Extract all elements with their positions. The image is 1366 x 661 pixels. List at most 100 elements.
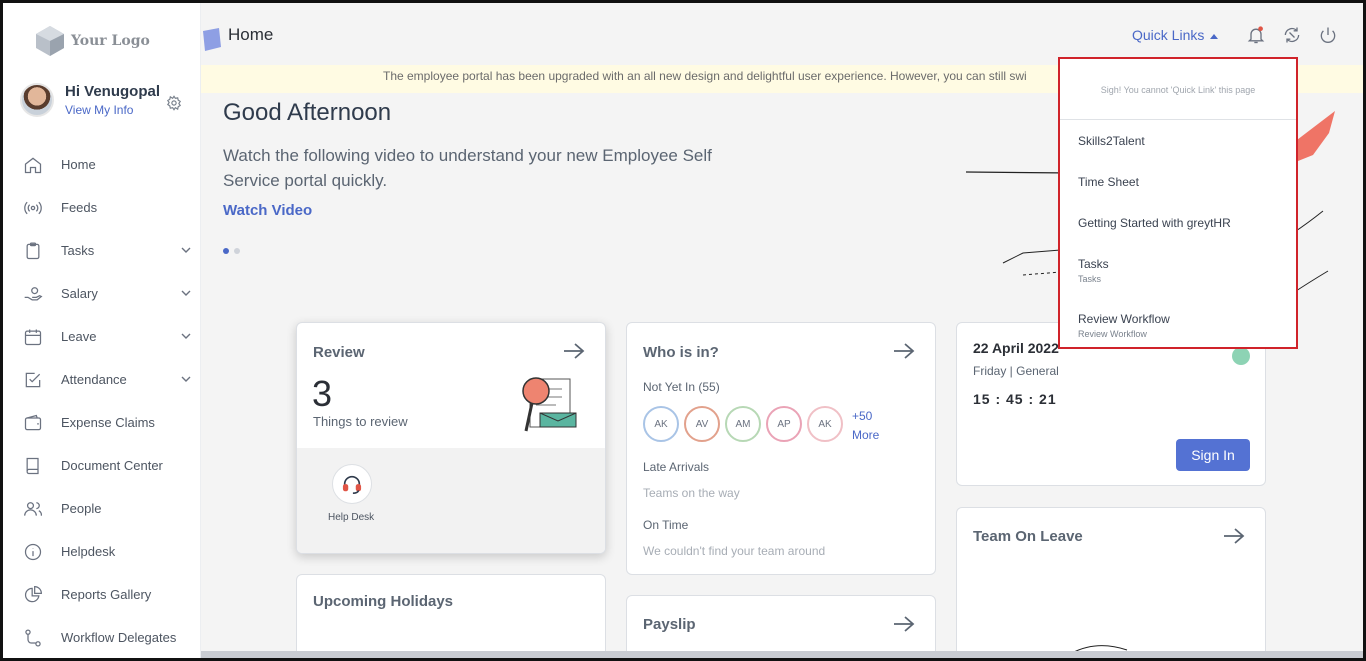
quick-links-label: Quick Links	[1132, 27, 1205, 43]
arrow-right-icon[interactable]	[563, 342, 585, 360]
carousel-dot[interactable]	[234, 248, 240, 254]
late-arrivals-label: Late Arrivals	[643, 460, 710, 474]
chevron-down-icon[interactable]	[181, 374, 191, 384]
headset-icon	[342, 475, 362, 494]
arrow-right-icon[interactable]	[893, 615, 915, 633]
more-count[interactable]: +50	[852, 409, 872, 423]
quick-link-tasks-sub: Tasks	[1078, 274, 1102, 284]
arrow-right-icon[interactable]	[893, 342, 915, 360]
switch-icon[interactable]	[1282, 25, 1302, 45]
more-link[interactable]: More	[852, 428, 879, 442]
help-desk-button[interactable]	[332, 464, 372, 504]
status-indicator	[1232, 347, 1250, 365]
attendance-check-icon	[25, 372, 41, 387]
salary-hand-icon	[24, 286, 43, 300]
info-icon	[24, 543, 42, 560]
user-greeting: Hi Venugopal	[65, 83, 161, 100]
horizontal-scrollbar[interactable]	[201, 651, 1363, 658]
breadcrumb: Home	[228, 25, 274, 44]
sidebar-item-home[interactable]: Home	[3, 143, 201, 186]
wallet-icon	[24, 414, 42, 430]
not-yet-in-label: Not Yet In (55)	[643, 380, 720, 394]
who-is-in-card: Who is in? Not Yet In (55) AK AV AM AP A…	[626, 322, 936, 575]
top-bar: Home Quick Links	[201, 3, 1363, 65]
payslip-title: Payslip	[643, 616, 696, 633]
sidebar-item-tasks[interactable]: Tasks	[3, 229, 201, 272]
quick-link-review-workflow[interactable]: Review Workflow	[1078, 312, 1170, 326]
sidebar-item-salary[interactable]: Salary	[3, 272, 201, 315]
quick-link-skills2talent[interactable]: Skills2Talent	[1078, 134, 1145, 148]
view-my-info-link[interactable]: View My Info	[65, 103, 160, 117]
sidebar-item-people[interactable]: People	[3, 487, 201, 530]
sidebar-item-expense-claims[interactable]: Expense Claims	[3, 401, 201, 444]
book-icon	[26, 457, 39, 474]
quick-links-button[interactable]: Quick Links	[1132, 27, 1219, 43]
avatar-chip[interactable]: AM	[725, 406, 761, 442]
review-card: Review 3 Things to review Help Desk	[296, 322, 606, 554]
upcoming-holidays-title: Upcoming Holidays	[313, 593, 454, 610]
help-desk-label: Help Desk	[328, 512, 375, 523]
sidebar-item-label: People	[61, 501, 102, 516]
quick-link-tasks[interactable]: Tasks	[1078, 257, 1109, 271]
sidebar-item-attendance[interactable]: Attendance	[3, 358, 201, 401]
sidebar-item-label: Salary	[61, 286, 98, 301]
avatar-chip[interactable]: AK	[807, 406, 843, 442]
quick-link-time-sheet[interactable]: Time Sheet	[1078, 175, 1139, 189]
logo[interactable]: Your Logo	[35, 25, 150, 57]
avatar[interactable]	[20, 83, 54, 117]
sidebar-item-label: Home	[61, 157, 96, 172]
sidebar-item-helpdesk[interactable]: Helpdesk	[3, 530, 201, 573]
quick-link-getting-started[interactable]: Getting Started with greytHR	[1078, 216, 1231, 230]
app-frame: Your Logo Hi Venugopal View My Info Home…	[0, 0, 1366, 661]
carousel-dot-active[interactable]	[223, 248, 229, 254]
avatar-chip[interactable]: AV	[684, 406, 720, 442]
sidebar-item-leave[interactable]: Leave	[3, 315, 201, 358]
gear-icon[interactable]	[166, 95, 182, 111]
not-yet-in-count: (55)	[698, 380, 720, 394]
chevron-down-icon[interactable]	[181, 245, 191, 255]
avatar-chip[interactable]: AP	[766, 406, 802, 442]
who-is-in-title: Who is in?	[643, 344, 719, 361]
profile: Hi Venugopal View My Info	[20, 83, 160, 117]
review-count: 3	[312, 373, 333, 414]
quick-link-note: Sigh! You cannot 'Quick Link' this page	[1100, 85, 1256, 95]
attendance-date: 22 April 2022	[973, 340, 1059, 356]
sign-in-button[interactable]: Sign In	[1176, 439, 1250, 471]
chevron-down-icon[interactable]	[181, 331, 191, 341]
attendance-shift: Friday | General	[973, 364, 1059, 378]
not-yet-in-text: Not Yet In	[643, 380, 696, 394]
clipboard-icon	[26, 241, 40, 259]
sidebar-item-feeds[interactable]: Feeds	[3, 186, 201, 229]
review-caption: Things to review	[313, 414, 408, 429]
sidebar-item-workflow-delegates[interactable]: Workflow Delegates	[3, 616, 201, 658]
sidebar-item-label: Expense Claims	[61, 415, 155, 430]
home-icon	[24, 157, 42, 173]
chevron-down-icon[interactable]	[181, 288, 191, 298]
review-illustration	[522, 377, 577, 432]
feeds-icon	[24, 201, 42, 214]
caret-up-icon	[1210, 33, 1219, 39]
sidebar-item-label: Helpdesk	[61, 544, 116, 559]
watch-video-link[interactable]: Watch Video	[223, 202, 312, 219]
breadcrumb-decoration-icon	[203, 28, 221, 51]
workflow-icon	[25, 628, 41, 647]
calendar-icon	[24, 329, 42, 345]
sidebar-item-label: Feeds	[61, 200, 98, 215]
dropdown-divider	[1060, 119, 1296, 120]
upcoming-holidays-card: Upcoming Holidays	[296, 574, 606, 658]
attendance-clock: 15 : 45 : 21	[973, 391, 1057, 407]
power-icon[interactable]	[1318, 25, 1338, 45]
sidebar: Your Logo Hi Venugopal View My Info Home…	[3, 3, 201, 658]
review-card-title: Review	[313, 344, 365, 361]
arrow-right-icon[interactable]	[1223, 527, 1245, 545]
quick-link-review-workflow-sub: Review Workflow	[1078, 329, 1147, 339]
sidebar-item-label: Document Center	[61, 458, 163, 473]
sidebar-item-label: Workflow Delegates	[61, 630, 177, 645]
bell-icon[interactable]	[1246, 25, 1266, 45]
avatar-chip[interactable]: AK	[643, 406, 679, 442]
sidebar-item-reports-gallery[interactable]: Reports Gallery	[3, 573, 201, 616]
sidebar-item-document-center[interactable]: Document Center	[3, 444, 201, 487]
hero-subtitle: Watch the following video to understand …	[223, 146, 712, 190]
logo-text: Your Logo	[71, 33, 150, 49]
team-on-leave-title: Team On Leave	[973, 528, 1083, 545]
